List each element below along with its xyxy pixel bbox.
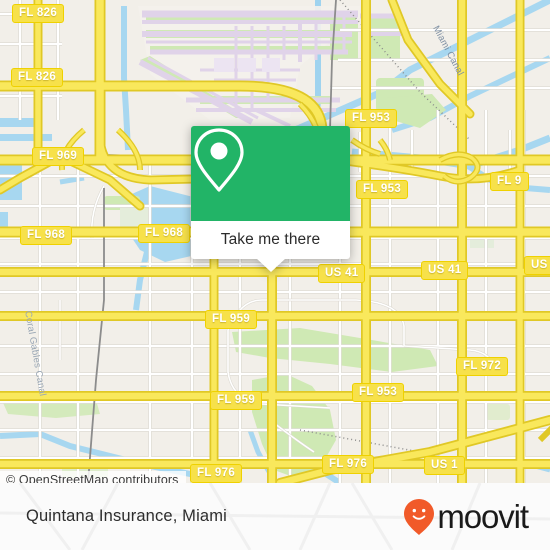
popup-cta-area[interactable]: Take me there (191, 221, 350, 259)
road-shield[interactable]: FL 959 (210, 391, 263, 411)
road-shield[interactable]: FL 953 (356, 180, 409, 200)
road-shield[interactable]: FL 959 (205, 310, 258, 330)
map-pin-icon (194, 128, 244, 192)
road-shield[interactable]: FL 968 (138, 224, 191, 244)
place-title: Quintana Insurance, Miami (26, 507, 227, 525)
popup-icon-area (191, 126, 350, 221)
road-shield[interactable]: US 1 (424, 456, 465, 476)
road-shield[interactable]: FL 969 (32, 147, 85, 167)
road-shield[interactable]: FL 976 (190, 464, 243, 483)
road-shield[interactable]: FL 826 (11, 68, 64, 88)
road-shield[interactable]: FL 953 (352, 383, 405, 403)
road-shield[interactable]: US 4 (524, 256, 550, 276)
road-shield[interactable]: FL 976 (322, 455, 375, 475)
map-canvas[interactable]: FL 826 FL 826 FL 969 FL 953 FL 953 FL 9 … (0, 0, 550, 483)
take-me-there-label: Take me there (220, 231, 321, 248)
popup-tail (255, 258, 286, 272)
moovit-map-screenshot: FL 826 FL 826 FL 969 FL 953 FL 953 FL 9 … (0, 0, 550, 550)
road-shield[interactable]: FL 968 (20, 226, 73, 246)
road-shield[interactable]: US 41 (421, 261, 469, 281)
moovit-logo[interactable]: moovit (404, 498, 529, 535)
moovit-wordmark: moovit (437, 498, 529, 535)
footer-bar: Quintana Insurance, Miami moovit (0, 483, 550, 550)
road-shield[interactable]: US 41 (318, 264, 366, 284)
moovit-pin-smiley-icon (404, 498, 435, 535)
osm-attribution: © OpenStreetMap contributors (0, 471, 186, 483)
road-shield[interactable]: FL 9 (490, 172, 529, 192)
road-shield[interactable]: FL 953 (345, 109, 398, 129)
road-shield[interactable]: FL 826 (12, 4, 65, 24)
road-shield[interactable]: FL 972 (456, 357, 509, 377)
take-me-there-popup[interactable]: Take me there (191, 126, 350, 272)
